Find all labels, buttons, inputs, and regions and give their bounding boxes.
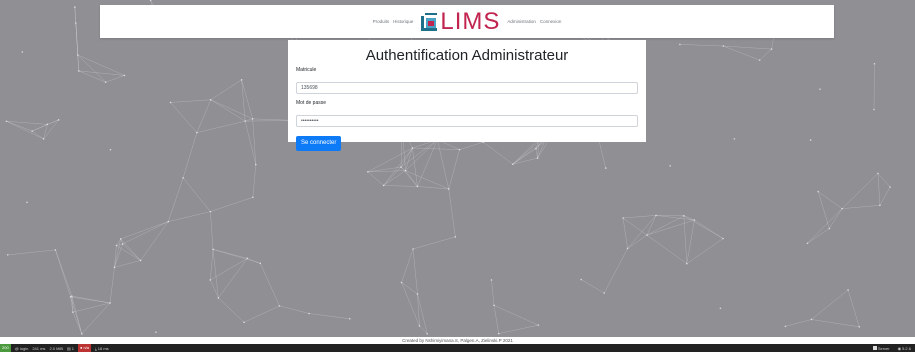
ajax-time: 18 ms	[97, 345, 109, 351]
page-title: Authentification Administrateur	[365, 47, 569, 64]
logo-text: LIMS	[440, 7, 501, 35]
nav-link-historique[interactable]: Historique	[393, 19, 413, 24]
nav-link-produits[interactable]: Produits	[373, 19, 390, 24]
debug-toolbar: 200 @ login 241 ms 2.0 MiB ▤ 1 ● n/a ⤓ 1…	[0, 344, 915, 352]
time-item[interactable]: 241 ms	[32, 346, 45, 351]
lab-beaker-icon	[421, 12, 438, 31]
status-badge[interactable]: 200	[0, 344, 11, 352]
download-icon: ⤓	[95, 345, 97, 351]
user-text: n/a	[83, 345, 89, 350]
server-check-icon	[872, 346, 877, 350]
lims-logo[interactable]: LIMS	[420, 8, 500, 36]
server-label: Server	[877, 345, 890, 351]
top-navbar: Produits Historique LIMS Administration …	[100, 5, 834, 38]
ajax-item[interactable]: ⤓ 18 ms	[95, 346, 109, 351]
toolbar-right: Server ◉ 5.2.6	[869, 346, 911, 351]
route-item[interactable]: @ login	[15, 346, 29, 351]
memory-item[interactable]: 2.0 MiB	[49, 346, 63, 351]
version-text: 5.2.6	[902, 345, 911, 351]
user-item[interactable]: ● n/a	[78, 344, 91, 352]
database-icon: ▤	[67, 345, 71, 351]
nav-link-administration[interactable]: Administration	[507, 19, 536, 24]
login-button[interactable]: Se connecter	[296, 135, 342, 151]
password-input[interactable]	[296, 115, 638, 127]
footer-credits: Created by Nshimiyimana.S, Palgen.A, Zie…	[0, 337, 915, 344]
matricule-label: Matricule	[296, 67, 317, 73]
password-label: Mot de passe	[296, 100, 327, 106]
db-count: 1	[71, 345, 75, 351]
db-item[interactable]: ▤ 1	[67, 346, 74, 351]
nav-link-connexion[interactable]: Connexion	[540, 19, 562, 24]
symfony-icon: ◉	[897, 345, 902, 351]
user-icon: ●	[80, 345, 83, 350]
version-item[interactable]: ◉ 5.2.6	[898, 346, 911, 351]
server-item[interactable]: Server	[872, 345, 890, 351]
matricule-input[interactable]	[296, 82, 638, 94]
login-card: Authentification Administrateur Matricul…	[288, 40, 646, 151]
